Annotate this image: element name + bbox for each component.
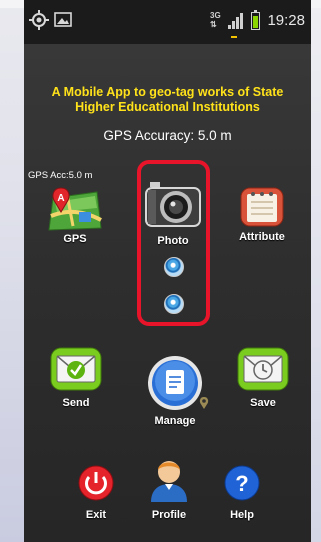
- location-pin-icon: [199, 397, 209, 409]
- manage-document-icon: [148, 356, 202, 410]
- save-label: Save: [250, 397, 276, 409]
- phone-screen: 3G ⇅ 19:28 A Mobile App to geo-tag works …: [24, 0, 311, 542]
- signal-icon: [228, 13, 244, 29]
- view-photo-2-icon[interactable]: [164, 294, 184, 314]
- gps-accuracy-small: GPS Acc:5.0 m: [28, 170, 93, 181]
- gps-label: GPS: [63, 233, 87, 245]
- view-photo-1-icon[interactable]: [164, 257, 184, 277]
- photo-label: Photo: [157, 235, 189, 247]
- svg-text:A: A: [57, 193, 64, 204]
- save-mail-icon: [237, 347, 289, 391]
- help-button[interactable]: ? Help: [220, 464, 264, 521]
- user-profile-icon: [151, 461, 187, 502]
- gps-accuracy: GPS Accuracy: 5.0 m: [103, 128, 232, 143]
- status-bar: 3G ⇅ 19:28: [24, 0, 311, 44]
- background-slide-right: [311, 0, 321, 542]
- send-mail-icon: [50, 347, 102, 391]
- app-title: A Mobile App to geo-tag works of State H…: [51, 85, 284, 114]
- exit-label: Exit: [85, 509, 107, 521]
- network-type: 3G ⇅: [210, 11, 221, 29]
- svg-text:?: ?: [235, 471, 248, 496]
- manage-label: Manage: [154, 415, 196, 427]
- help-icon: ?: [224, 465, 260, 501]
- send-label: Send: [62, 397, 90, 409]
- profile-button[interactable]: Profile: [144, 456, 194, 521]
- attribute-button[interactable]: Attribute: [230, 186, 294, 243]
- photo-button[interactable]: Photo: [142, 180, 204, 247]
- save-button[interactable]: Save: [232, 346, 294, 409]
- camera-icon: [145, 182, 201, 227]
- help-label: Help: [230, 509, 254, 521]
- battery-icon: [251, 10, 260, 30]
- notepad-icon: [240, 187, 284, 227]
- profile-label: Profile: [151, 509, 187, 521]
- background-slide-left: [0, 0, 24, 542]
- map-icon: A: [48, 187, 102, 231]
- attribute-label: Attribute: [239, 231, 285, 243]
- send-button[interactable]: Send: [46, 346, 106, 409]
- manage-button[interactable]: Manage: [142, 354, 208, 427]
- gps-button[interactable]: A GPS: [44, 186, 106, 245]
- clock: 19:28: [267, 12, 305, 29]
- gps-icon: [29, 10, 49, 30]
- activity-indicator: [231, 36, 237, 38]
- exit-button[interactable]: Exit: [74, 464, 118, 521]
- image-icon: [54, 12, 72, 27]
- power-icon: [78, 465, 114, 501]
